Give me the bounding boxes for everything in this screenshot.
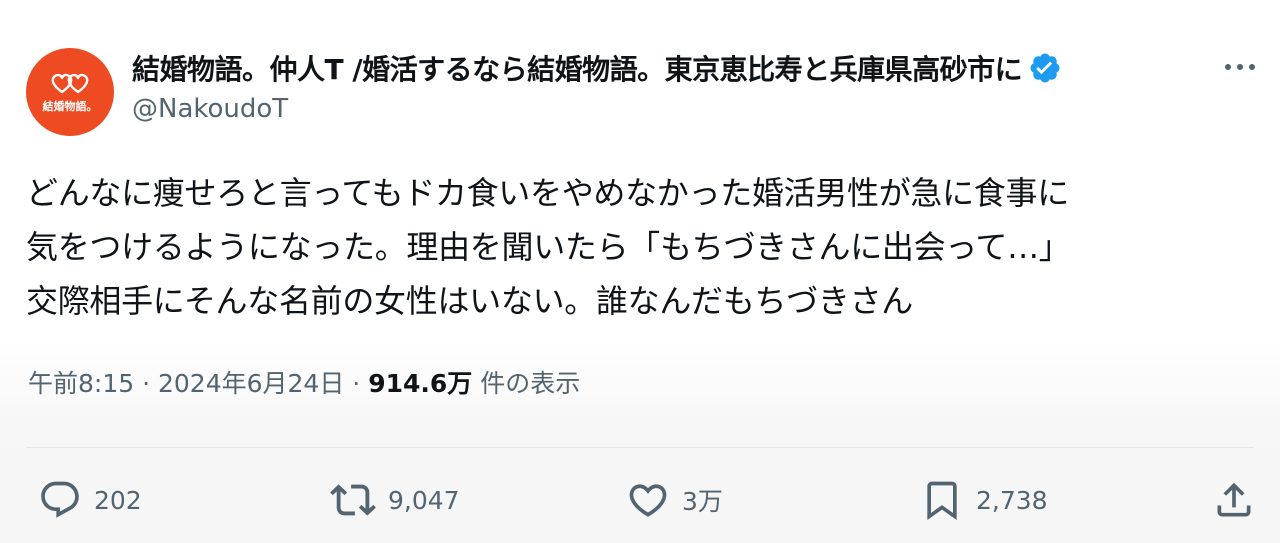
view-count-label: 件の表示: [480, 369, 581, 398]
repost-icon: [330, 484, 376, 516]
tweet-date[interactable]: 2024年6月24日: [158, 369, 344, 398]
meta-separator: ·: [352, 369, 361, 398]
reply-count: 202: [94, 485, 142, 515]
verified-badge-icon[interactable]: [1028, 51, 1062, 85]
author-name-row: 結婚物語。仲人T /婚活するなら結婚物語。東京恵比寿と兵庫県高砂市に: [132, 46, 1062, 90]
action-bar: 202 9,047 3万 2,738: [0, 470, 1280, 530]
tweet-text-line: 気をつけるようになった。理由を聞いたら「もちづきさんに出会って…」: [26, 228, 1071, 266]
view-count: 914.6万: [368, 369, 473, 398]
reply-icon: [41, 481, 79, 518]
tweet-text-line: 交際相手にそんな名前の女性はいない。誰なんだもちづきさん: [26, 282, 913, 320]
tweet-meta: 午前8:15 · 2024年6月24日 · 914.6万 件の表示: [28, 364, 580, 400]
tweet-time[interactable]: 午前8:15: [28, 369, 134, 398]
meta-separator: ·: [142, 369, 151, 398]
share-button[interactable]: [1212, 470, 1256, 530]
repost-button[interactable]: 9,047: [330, 470, 460, 530]
bookmark-button[interactable]: 2,738: [920, 470, 1048, 530]
like-icon: [629, 484, 667, 517]
avatar[interactable]: 結婚物語。: [26, 48, 114, 136]
reply-button[interactable]: 202: [38, 470, 142, 530]
more-options-button[interactable]: [1222, 52, 1258, 82]
like-count: 3万: [682, 487, 723, 516]
bookmark-icon: [927, 481, 957, 521]
bookmark-count: 2,738: [976, 485, 1048, 515]
more-icon: [1225, 64, 1255, 70]
tweet-card: 結婚物語。 結婚物語。仲人T /婚活するなら結婚物語。東京恵比寿と兵庫県高砂市に…: [0, 0, 1280, 543]
repost-count: 9,047: [388, 485, 460, 515]
author-handle[interactable]: @NakoudoT: [132, 94, 288, 124]
share-icon: [1217, 482, 1251, 517]
double-heart-logo-icon: [51, 73, 89, 94]
avatar-logo-text: 結婚物語。: [42, 100, 98, 113]
author-display-name[interactable]: 結婚物語。仲人T /婚活するなら結婚物語。東京恵比寿と兵庫県高砂市に: [132, 48, 1023, 88]
tweet-text: どんなに痩せろと言ってもドカ食いをやめなかった婚活男性が急に食事に 気をつけるよ…: [26, 166, 1266, 328]
tweet-text-line: どんなに痩せろと言ってもドカ食いをやめなかった婚活男性が急に食事に: [26, 174, 1069, 212]
like-button[interactable]: 3万: [626, 470, 723, 530]
divider: [26, 447, 1254, 448]
